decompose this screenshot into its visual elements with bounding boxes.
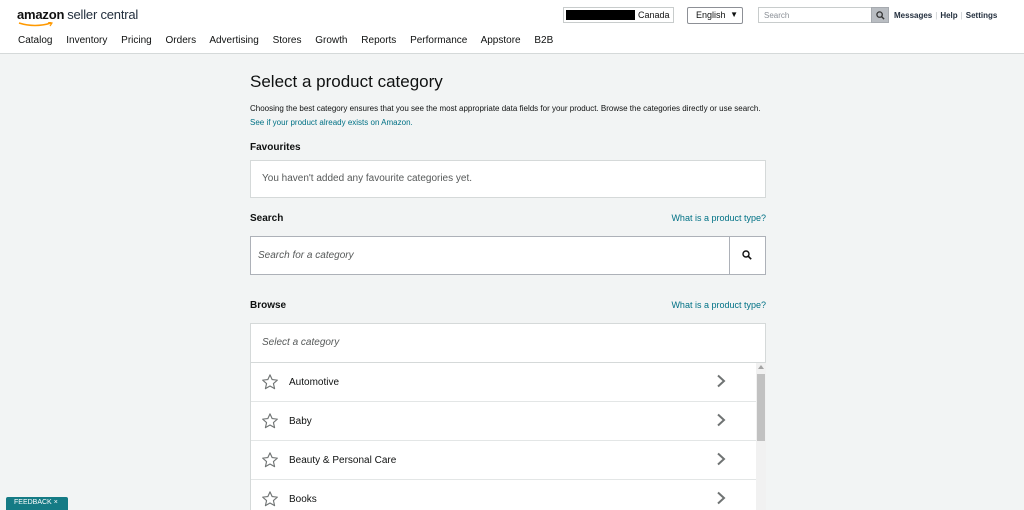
nav-item-inventory[interactable]: Inventory [66,35,107,46]
scroll-up-arrow[interactable] [758,365,764,369]
global-search-input[interactable]: Search [758,7,872,23]
star-icon[interactable] [261,412,279,430]
nav-item-orders[interactable]: Orders [166,35,197,46]
nav-item-catalog[interactable]: Catalog [18,35,52,46]
page-description: Choosing the best category ensures that … [250,102,770,130]
star-icon[interactable] [261,373,279,391]
nav-item-b2b[interactable]: B2B [534,35,553,46]
chevron-right-icon [717,374,726,388]
feedback-button[interactable]: FEEDBACK × [6,497,68,510]
nav-item-performance[interactable]: Performance [410,35,467,46]
category-search-input[interactable]: Search for a category [258,250,354,261]
category-list: Automotive Baby Beauty & Personal Care B… [251,363,756,510]
top-header: amazon seller central Canada English ▼ Se… [0,0,1024,54]
description-text: Choosing the best category ensures that … [250,104,761,113]
category-search-button[interactable] [729,237,765,274]
browse-breadcrumb: Select a category [262,337,340,348]
chevron-right-icon [717,491,726,505]
language-select[interactable]: English ▼ [687,7,743,24]
browse-heading: Browse [250,300,287,311]
browse-panel: Select a category Automotive Baby Beauty… [250,323,766,510]
language-value: English [696,10,726,20]
nav-item-growth[interactable]: Growth [315,35,347,46]
chevron-right-icon [717,452,726,466]
category-selector: Select a product category Choosing the b… [250,72,766,510]
amazon-smile-icon [18,22,53,27]
search-heading: Search [250,213,284,224]
category-row-automotive[interactable]: Automotive [251,363,756,402]
help-link[interactable]: Help [940,11,957,20]
category-list-scrollbar[interactable] [756,363,766,510]
chevron-right-icon [717,413,726,427]
logo-brand: amazon [17,7,65,22]
divider: | [960,11,963,20]
category-search: Search for a category [250,236,766,275]
nav-item-appstore[interactable]: Appstore [481,35,521,46]
marketplace-switcher[interactable]: Canada [563,7,674,23]
nav-item-pricing[interactable]: Pricing [121,35,152,46]
product-type-help-link[interactable]: What is a product type? [671,213,766,223]
nav-item-advertising[interactable]: Advertising [209,35,258,46]
close-icon[interactable]: × [54,499,58,506]
feedback-label: FEEDBACK [14,499,52,506]
favourites-heading: Favourites [250,142,301,153]
nav-item-stores[interactable]: Stores [273,35,302,46]
page-title: Select a product category [250,72,443,91]
redacted-account-name [566,10,635,20]
product-type-help-link[interactable]: What is a product type? [671,300,766,310]
settings-link[interactable]: Settings [966,11,998,20]
header-links: Messages | Help | Settings [894,11,997,20]
marketplace-label: Canada [638,10,670,20]
scroll-thumb[interactable] [757,374,765,441]
main-nav: Catalog Inventory Pricing Orders Adverti… [18,35,564,46]
global-search-button[interactable] [871,7,889,23]
category-label: Baby [289,416,312,427]
category-label: Automotive [289,377,340,388]
chevron-down-icon: ▼ [730,10,738,19]
star-icon[interactable] [261,451,279,469]
star-icon[interactable] [261,490,279,508]
category-row-baby[interactable]: Baby [251,402,756,441]
nav-item-reports[interactable]: Reports [361,35,396,46]
existing-product-link[interactable]: See if your product already exists on Am… [250,118,413,127]
category-row-beauty[interactable]: Beauty & Personal Care [251,441,756,480]
category-row-books[interactable]: Books [251,480,756,510]
category-label: Beauty & Personal Care [289,455,397,466]
seller-central-logo[interactable]: amazon seller central [17,7,139,27]
messages-link[interactable]: Messages [894,11,932,20]
category-label: Books [289,494,317,505]
favourites-box: You haven't added any favourite categori… [250,160,766,198]
search-icon [742,250,752,260]
divider: | [935,11,938,20]
search-icon [876,11,885,20]
logo-product: seller central [67,7,139,22]
